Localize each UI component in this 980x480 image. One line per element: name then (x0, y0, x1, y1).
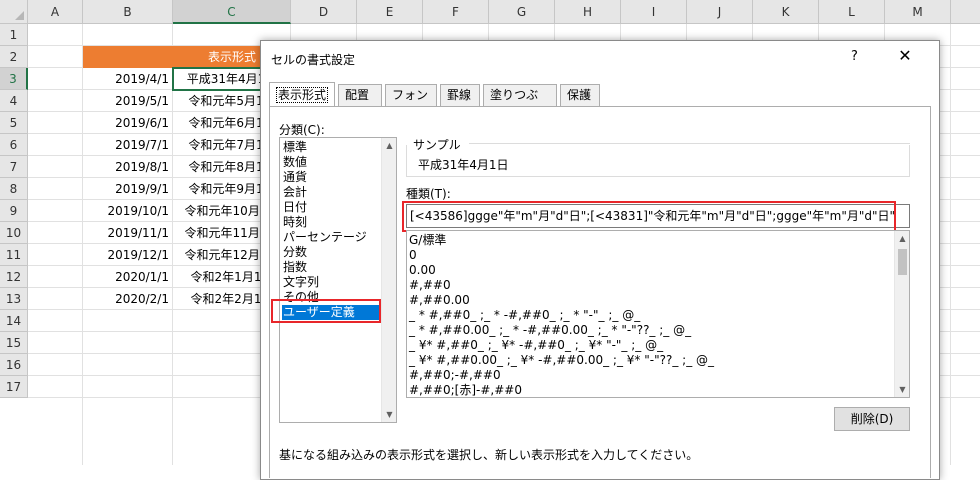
category-list[interactable]: 標準 数値 通貨 会計 日付 時刻 パーセンテージ 分数 指数 文字列 その他 ユーザー定義 ▲ ▼ (279, 137, 397, 423)
row-header-15[interactable]: 15 (0, 332, 28, 354)
date-cell[interactable]: 2020/2/1 (83, 288, 173, 310)
column-header-l[interactable]: L (819, 0, 885, 24)
category-item[interactable]: パーセンテージ (282, 230, 382, 245)
format-item[interactable]: _ ¥* #,##0.00_ ;_ ¥* -#,##0.00_ ;_ ¥* "-… (409, 352, 714, 368)
tab-alignment[interactable]: 配置 (338, 84, 382, 106)
date-cell[interactable]: 2019/10/1 (83, 200, 173, 222)
tab-border[interactable]: 罫線 (440, 84, 480, 106)
date-cell[interactable]: 2019/6/1 (83, 112, 173, 134)
format-scrollbar[interactable]: ▲ ▼ (894, 231, 909, 397)
column-header-c[interactable]: C (173, 0, 291, 24)
category-scrollbar[interactable]: ▲ ▼ (381, 138, 396, 422)
date-cell[interactable]: 2019/5/1 (83, 90, 173, 112)
category-item[interactable]: 指数 (282, 260, 382, 275)
scroll-thumb[interactable] (898, 249, 907, 275)
category-item[interactable]: 日付 (282, 200, 382, 215)
row-header-10[interactable]: 10 (0, 222, 28, 244)
row-header-9[interactable]: 9 (0, 200, 28, 222)
row-header-3[interactable]: 3 (0, 68, 28, 90)
format-cells-dialog: セルの書式設定 ? ✕ 表示形式 配置 フォント 罫線 塗りつぶし 保護 分類(… (260, 40, 940, 480)
row-header-8[interactable]: 8 (0, 178, 28, 200)
delete-button[interactable]: 削除(D) (834, 407, 910, 431)
row-header-2[interactable]: 2 (0, 46, 28, 68)
date-cell[interactable]: 2019/4/1 (83, 68, 173, 90)
tab-number[interactable]: 表示形式 (269, 82, 335, 106)
format-item[interactable]: #,##0;[赤]-#,##0 (409, 382, 522, 397)
row-header-4[interactable]: 4 (0, 90, 28, 112)
category-item[interactable]: 数値 (282, 155, 382, 170)
format-item[interactable]: _ * #,##0.00_ ;_ * -#,##0.00_ ;_ * "-"??… (409, 322, 691, 338)
tab-fill[interactable]: 塗りつぶし (483, 84, 557, 122)
scroll-down-icon[interactable]: ▼ (382, 407, 396, 422)
row-header-16[interactable]: 16 (0, 354, 28, 376)
format-item[interactable]: _ * #,##0_ ;_ * -#,##0_ ;_ * "-"_ ;_ @_ (409, 307, 640, 323)
category-label: 分類(C): (279, 123, 325, 137)
scroll-up-icon[interactable]: ▲ (382, 138, 396, 153)
tab-protection[interactable]: 保護 (560, 84, 600, 106)
help-icon[interactable]: ? (851, 49, 858, 64)
type-label: 種類(T): (406, 187, 451, 201)
row-header-11[interactable]: 11 (0, 244, 28, 266)
close-icon[interactable]: ✕ (895, 46, 915, 66)
sample-value: 平成31年4月1日 (418, 158, 509, 172)
row-header-6[interactable]: 6 (0, 134, 28, 156)
column-header-f[interactable]: F (423, 0, 489, 24)
column-header-e[interactable]: E (357, 0, 423, 24)
format-item[interactable]: #,##0;-#,##0 (409, 367, 501, 383)
date-cell[interactable]: 2019/9/1 (83, 178, 173, 200)
category-item[interactable]: 標準 (282, 140, 382, 155)
tab-font[interactable]: フォント (385, 84, 437, 122)
column-header-b[interactable]: B (83, 0, 173, 24)
column-header-g[interactable]: G (489, 0, 555, 24)
row-header-7[interactable]: 7 (0, 156, 28, 178)
column-header-k[interactable]: K (753, 0, 819, 24)
column-header-a[interactable]: A (28, 0, 83, 24)
header-cell-b2[interactable] (83, 46, 173, 68)
column-header-m[interactable]: M (885, 0, 951, 24)
date-cell[interactable]: 2020/1/1 (83, 266, 173, 288)
column-header-j[interactable]: J (687, 0, 753, 24)
highlight-type-input (402, 201, 896, 232)
scroll-up-icon[interactable]: ▲ (895, 231, 909, 246)
format-item[interactable]: #,##0 (409, 277, 451, 293)
column-header-h[interactable]: H (555, 0, 621, 24)
format-list[interactable]: G/標準 0 0.00 #,##0 #,##0.00 _ * #,##0_ ;_ * -#… (406, 230, 910, 398)
format-item[interactable]: #,##0.00 (409, 292, 470, 308)
column-header-n[interactable]: N (951, 0, 980, 24)
format-item[interactable]: 0 (409, 247, 417, 263)
scroll-down-icon[interactable]: ▼ (895, 382, 909, 397)
date-cell[interactable]: 2019/11/1 (83, 222, 173, 244)
format-item[interactable]: 0.00 (409, 262, 436, 278)
format-item[interactable]: G/標準 (409, 232, 446, 248)
date-cell[interactable]: 2019/12/1 (83, 244, 173, 266)
date-cell[interactable]: 2019/8/1 (83, 156, 173, 178)
row-header-13[interactable]: 13 (0, 288, 28, 310)
row-header-14[interactable]: 14 (0, 310, 28, 332)
category-item[interactable]: 通貨 (282, 170, 382, 185)
category-item[interactable]: 時刻 (282, 215, 382, 230)
footer-hint: 基になる組み込みの表示形式を選択し、新しい表示形式を入力してください。 (279, 448, 699, 462)
highlight-selected-category (271, 299, 381, 323)
category-item[interactable]: 会計 (282, 185, 382, 200)
sample-group-line (469, 143, 910, 144)
row-header-17[interactable]: 17 (0, 376, 28, 398)
select-all-corner[interactable] (0, 0, 28, 24)
row-header-5[interactable]: 5 (0, 112, 28, 134)
column-header-i[interactable]: I (621, 0, 687, 24)
dialog-title: セルの書式設定 (271, 53, 356, 67)
row-header-12[interactable]: 12 (0, 266, 28, 288)
format-item[interactable]: _ ¥* #,##0_ ;_ ¥* -#,##0_ ;_ ¥* "-"_ ;_ … (409, 337, 663, 353)
column-header-d[interactable]: D (291, 0, 357, 24)
category-item[interactable]: 分数 (282, 245, 382, 260)
category-item[interactable]: 文字列 (282, 275, 382, 290)
row-header-1[interactable]: 1 (0, 24, 28, 46)
grid-column-line (950, 24, 951, 465)
date-cell[interactable]: 2019/7/1 (83, 134, 173, 156)
